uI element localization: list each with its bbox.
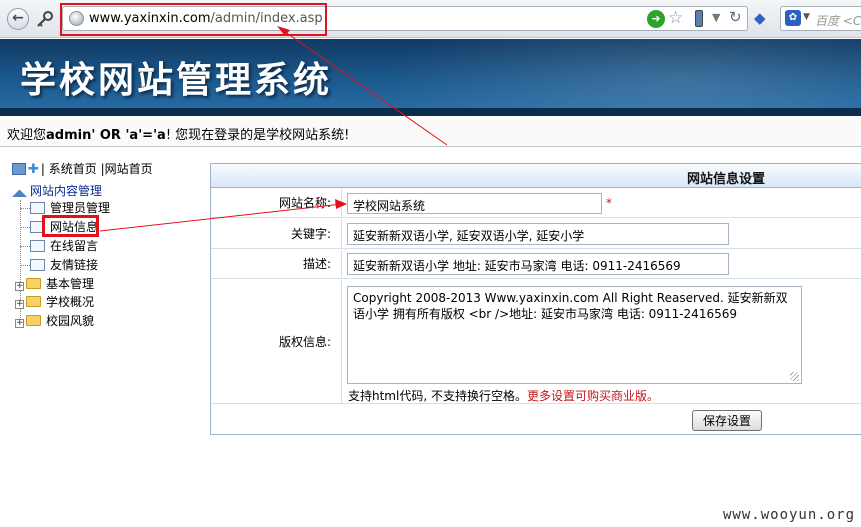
site-name-label: 网站名称: — [211, 189, 342, 217]
page-icon — [30, 259, 45, 271]
site-info-panel: 网站信息设置 网站名称: 学校网站系统 * 关键字: 延安新新双语小学, 延安双… — [210, 163, 861, 435]
expand-icon[interactable]: + — [15, 319, 24, 328]
key-icon — [37, 11, 53, 27]
html-hint: 支持html代码, 不支持换行空格。更多设置可购买商业版。 — [348, 389, 659, 403]
page-icon — [30, 240, 45, 252]
site-banner: 学校网站管理系统 — [0, 39, 861, 116]
expand-icon[interactable]: + — [15, 282, 24, 291]
sidebar-folder-basic[interactable]: + 基本管理 — [15, 275, 94, 293]
row-site-name: 网站名称: 学校网站系统 * — [211, 189, 861, 218]
sidebar-folder-campus[interactable]: + 校园风貌 — [15, 312, 94, 330]
url-annotation-box — [60, 3, 327, 36]
row-keywords: 关键字: 延安新新双语小学, 延安双语小学, 延安小学 — [211, 219, 861, 249]
sidebar-folder-school-overview[interactable]: + 学校概况 — [15, 293, 94, 311]
browser-toolbar: ← www.yaxinxin.com/admin/index.asp ➜ ☆ ▼… — [0, 0, 861, 38]
home-icon — [12, 184, 27, 197]
upsell-link[interactable]: 更多设置可购买商业版。 — [527, 389, 659, 403]
page-icon — [30, 202, 45, 214]
folder-icon — [26, 315, 41, 326]
copyright-textarea[interactable]: Copyright 2008-2013 Www.yaxinxin.com All… — [347, 286, 802, 384]
watermark: www.wooyun.org — [723, 507, 856, 523]
tree-root[interactable]: 网站内容管理 — [12, 182, 102, 199]
link-site-home[interactable]: 网站首页 — [105, 162, 153, 176]
monitor-icon — [12, 163, 26, 175]
save-button[interactable]: 保存设置 — [692, 410, 762, 431]
search-box[interactable]: ✿ ▼ 百度 <C — [780, 6, 861, 31]
required-mark: * — [606, 196, 612, 210]
search-input[interactable]: 百度 <C — [815, 12, 861, 29]
folder-icon — [26, 278, 41, 289]
row-description: 描述: 延安新新双语小学 地址: 延安市马家湾 电话: 0911-2416569 — [211, 250, 861, 279]
sidebar: ✚ | 系统首页 |网站首页 网站内容管理 管理员管理 网站信息 在线留言 友情链… — [0, 148, 190, 527]
description-input[interactable]: 延安新新双语小学 地址: 延安市马家湾 电话: 0911-2416569 — [347, 253, 729, 275]
folder-icon — [26, 296, 41, 307]
welcome-bar: 欢迎您admin' OR 'a'='a! 您现在登录的是学校网站系统! — [0, 117, 861, 147]
search-engine-dropdown-icon[interactable]: ▼ — [803, 12, 810, 22]
baidu-paw-icon: ✿ — [785, 10, 801, 26]
back-icon[interactable]: ← — [7, 8, 29, 30]
keywords-input[interactable]: 延安新新双语小学, 延安双语小学, 延安小学 — [347, 223, 729, 245]
panel-header: 网站信息设置 — [211, 164, 861, 188]
panel-title: 网站信息设置 — [687, 172, 766, 187]
expand-icon[interactable]: + — [15, 300, 24, 309]
sidebar-item-friend-links[interactable]: 友情链接 — [20, 256, 98, 274]
star-icon[interactable]: ☆ — [668, 8, 683, 28]
link-system-home[interactable]: 系统首页 — [49, 162, 97, 176]
sidebar-item-messages[interactable]: 在线留言 — [20, 237, 98, 255]
site-info-annotation-box — [42, 215, 99, 237]
site-name-input[interactable]: 学校网站系统 — [347, 193, 602, 214]
phone-icon[interactable] — [695, 10, 703, 27]
plus-icon: ✚ — [28, 162, 39, 177]
banner-title: 学校网站管理系统 — [20, 60, 333, 101]
resize-grip-icon[interactable] — [790, 372, 799, 381]
sidebar-top-links: ✚ | 系统首页 |网站首页 — [12, 160, 153, 177]
chevron-down-icon[interactable]: ▼ — [712, 11, 720, 24]
row-copyright: 版权信息: Copyright 2008-2013 Www.yaxinxin.c… — [211, 280, 861, 404]
copyright-label: 版权信息: — [211, 280, 342, 403]
description-label: 描述: — [211, 250, 342, 278]
logged-in-user: admin' OR 'a'='a — [46, 128, 166, 143]
welcome-message: 欢迎您admin' OR 'a'='a! 您现在登录的是学校网站系统! — [7, 128, 350, 143]
keywords-label: 关键字: — [211, 219, 342, 248]
go-icon[interactable]: ➜ — [647, 10, 665, 28]
extension-icon[interactable]: ◆ — [754, 10, 772, 26]
reload-icon[interactable]: ↻ — [729, 8, 742, 26]
